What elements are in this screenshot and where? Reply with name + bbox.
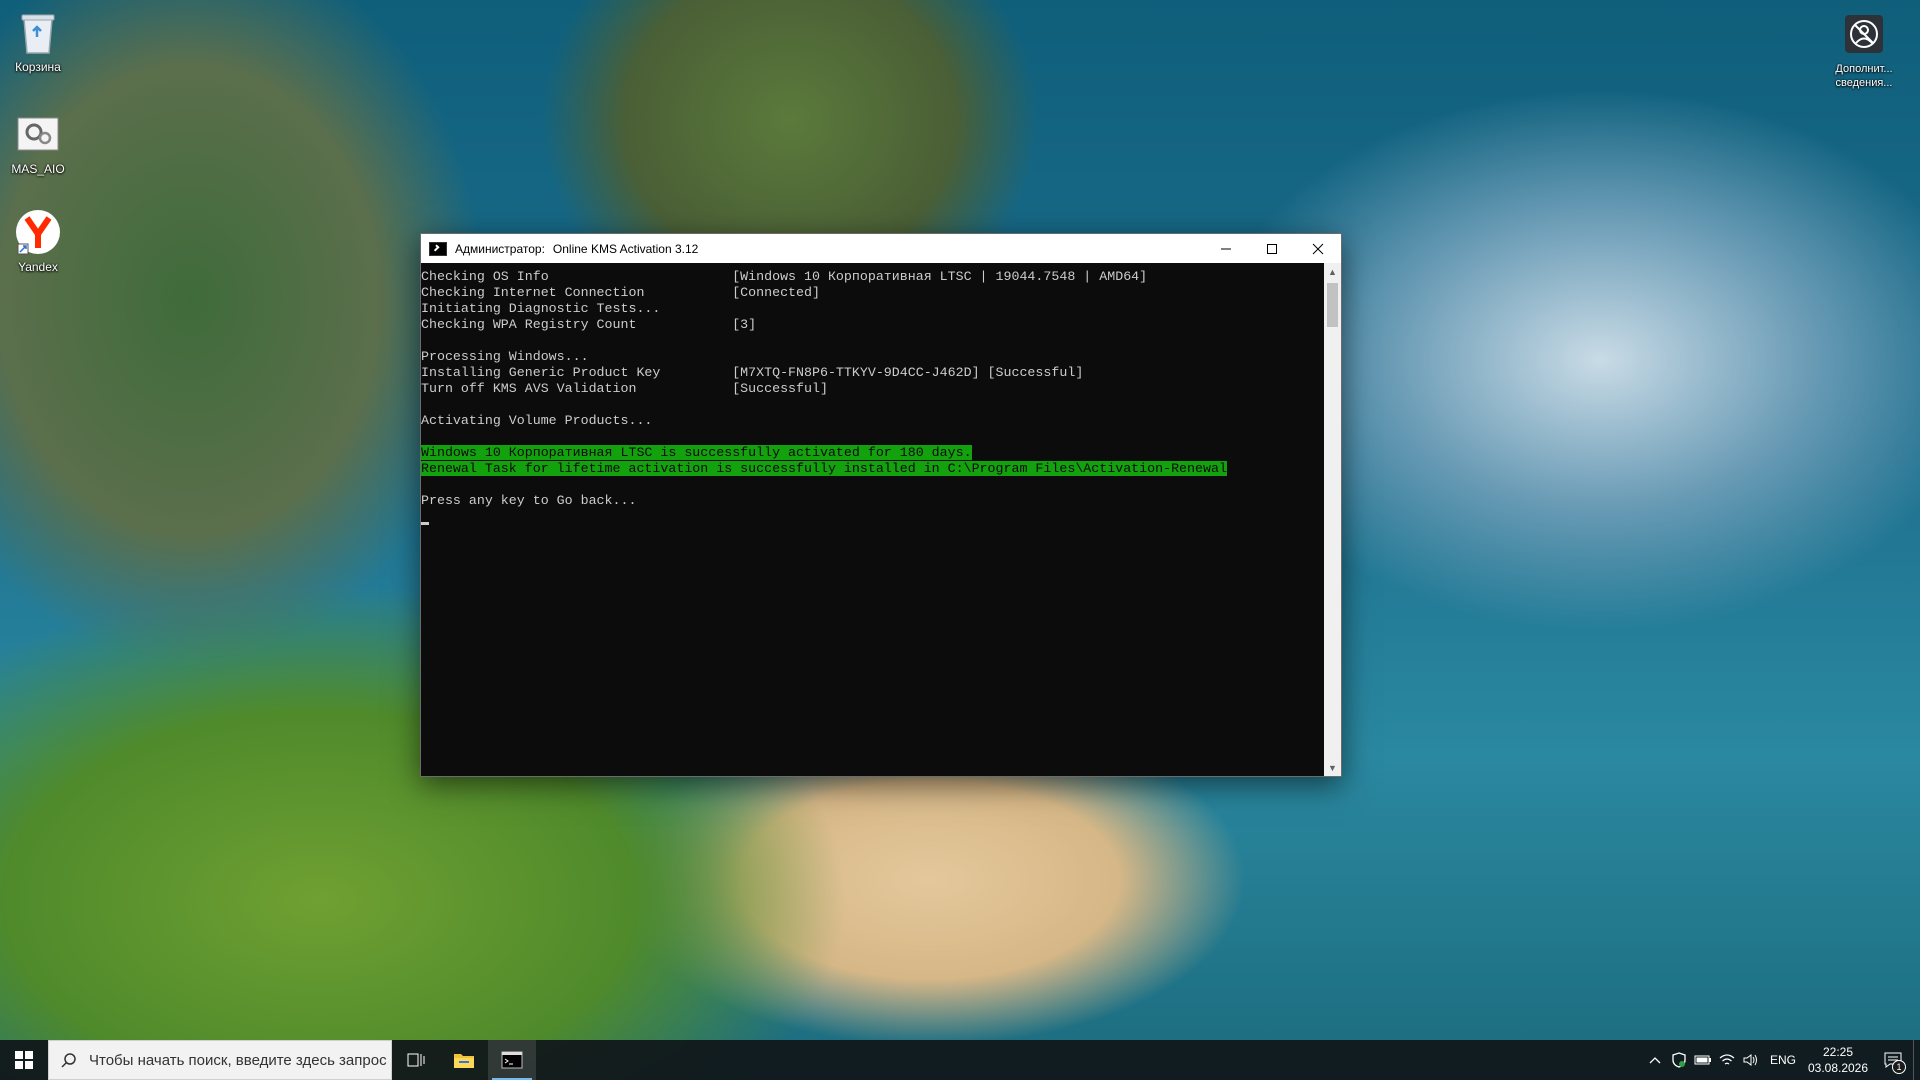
windows-logo-icon xyxy=(15,1051,33,1069)
vertical-scrollbar[interactable]: ▲ ▼ xyxy=(1324,263,1341,776)
show-hidden-icons-chevron-icon[interactable] xyxy=(1643,1040,1667,1080)
renewal-task-line: Renewal Task for lifetime activation is … xyxy=(421,461,1227,476)
taskbar-console-app[interactable] xyxy=(488,1040,536,1080)
folder-icon xyxy=(454,1054,474,1068)
security-shield-icon[interactable] xyxy=(1667,1040,1691,1080)
battery-icon[interactable] xyxy=(1691,1040,1715,1080)
search-placeholder: Чтобы начать поиск, введите здесь запрос xyxy=(89,1051,387,1069)
close-button[interactable] xyxy=(1295,234,1341,263)
press-any-key-prompt: Press any key to Go back... xyxy=(421,493,637,508)
window-title: Online KMS Activation 3.12 xyxy=(552,241,699,256)
desktop-icon-label: MAS_AIO xyxy=(11,162,65,176)
close-icon xyxy=(1312,243,1324,254)
console-window[interactable]: Администратор: Online KMS Activation 3.1… xyxy=(420,233,1342,777)
success-message-line: Windows 10 Корпоративная LTSC is success… xyxy=(421,445,972,460)
console-line: Checking Internet Connection [Connected] xyxy=(421,285,820,300)
console-line: Checking OS Info [Windows 10 Корпоративн… xyxy=(421,269,1148,284)
console-line: Installing Generic Product Key [M7XTQ-FN… xyxy=(421,365,1084,380)
volume-icon[interactable] xyxy=(1739,1040,1763,1080)
desktop-icon-label: Дополнит... сведения... xyxy=(1835,63,1893,89)
search-icon xyxy=(49,1052,89,1068)
desktop-icon-label: Yandex xyxy=(18,260,58,274)
window-title-prefix: Администратор: xyxy=(455,241,545,256)
console-line: Initiating Diagnostic Tests... xyxy=(421,301,661,316)
start-button[interactable] xyxy=(0,1040,48,1080)
text-cursor xyxy=(421,522,429,525)
taskbar-clock[interactable]: 22:25 03.08.2026 xyxy=(1803,1044,1873,1076)
desktop-icon-yandex[interactable]: Yandex xyxy=(0,208,76,274)
desktop-icon-mas-aio[interactable]: MAS_AIO xyxy=(0,110,76,176)
task-view-button[interactable] xyxy=(392,1040,440,1080)
desktop-icon-extra-info[interactable]: Дополнит... сведения... xyxy=(1823,10,1905,90)
scrollbar-thumb[interactable] xyxy=(1327,283,1338,327)
system-tray: ENG 22:25 03.08.2026 1 xyxy=(1643,1040,1920,1080)
action-center-button[interactable]: 1 xyxy=(1873,1040,1913,1080)
yandex-browser-icon xyxy=(14,208,62,256)
taskbar-file-explorer[interactable] xyxy=(440,1040,488,1080)
console-app-icon xyxy=(429,241,447,256)
scroll-down-arrow-icon[interactable]: ▼ xyxy=(1324,759,1341,776)
console-output-area[interactable]: Checking OS Info [Windows 10 Корпоративн… xyxy=(421,263,1324,776)
notification-count-badge: 1 xyxy=(1892,1060,1906,1074)
extra-info-icon xyxy=(1840,10,1888,58)
task-view-icon xyxy=(407,1053,425,1067)
console-line: Activating Volume Products... xyxy=(421,413,653,428)
taskbar-search-box[interactable]: Чтобы начать поиск, введите здесь запрос xyxy=(48,1040,392,1080)
minimize-icon xyxy=(1221,248,1231,249)
clock-date: 03.08.2026 xyxy=(1807,1061,1869,1075)
console-line: Processing Windows... xyxy=(421,349,589,364)
scroll-up-arrow-icon[interactable]: ▲ xyxy=(1324,263,1341,280)
input-language-indicator[interactable]: ENG xyxy=(1763,1040,1803,1080)
desktop-icon-label: Корзина xyxy=(15,60,61,74)
clock-time: 22:25 xyxy=(1822,1045,1854,1059)
maximize-icon xyxy=(1267,243,1277,254)
desktop-icon-recycle-bin[interactable]: Корзина xyxy=(0,8,76,74)
console-line: Checking WPA Registry Count [3] xyxy=(421,317,757,332)
console-line: Turn off KMS AVS Validation [Successful] xyxy=(421,381,828,396)
wifi-icon[interactable] xyxy=(1715,1040,1739,1080)
show-desktop-button[interactable] xyxy=(1913,1040,1920,1080)
console-text: Checking OS Info [Windows 10 Корпоративн… xyxy=(421,263,1324,525)
maximize-button[interactable] xyxy=(1249,234,1295,263)
minimize-button[interactable] xyxy=(1203,234,1249,263)
window-titlebar[interactable]: Администратор: Online KMS Activation 3.1… xyxy=(421,234,1341,263)
recycle-bin-icon xyxy=(14,8,62,56)
taskbar: Чтобы начать поиск, введите здесь запрос xyxy=(0,1040,1920,1080)
batch-file-gear-icon xyxy=(14,110,62,158)
console-app-icon xyxy=(501,1051,523,1069)
